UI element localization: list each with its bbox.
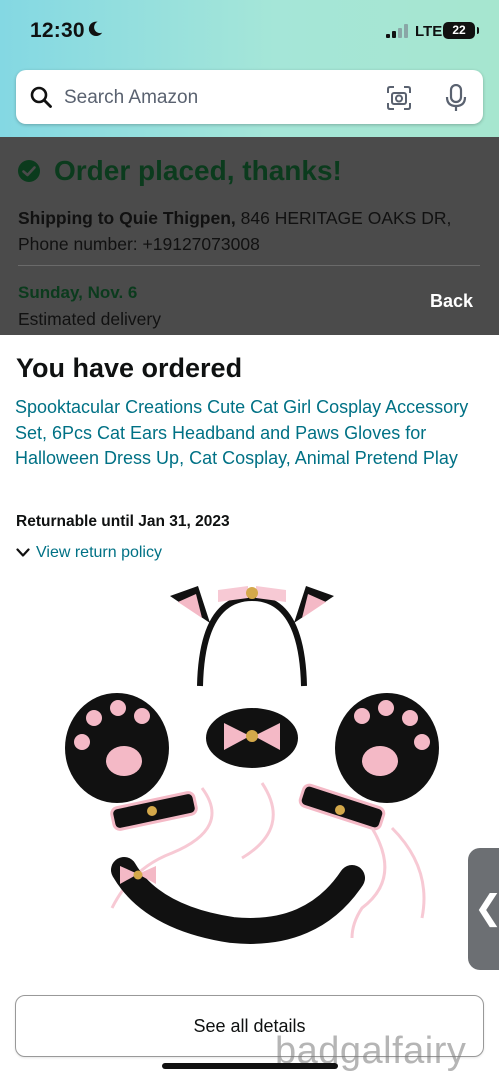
back-button[interactable]: Back [430,291,473,312]
moon-icon [88,21,103,37]
status-time: 12:30 [30,19,85,42]
ordered-item-sheet: You have ordered Spooktacular Creations … [0,335,499,1080]
search-icon[interactable] [30,86,52,108]
sheet-heading: You have ordered [16,353,243,383]
order-confirmation-title: Order placed, thanks! [54,155,342,186]
divider [18,265,480,266]
returnable-date: Returnable until Jan 31, 2023 [16,513,230,530]
product-title-link[interactable]: Spooktacular Creations Cute Cat Girl Cos… [15,395,485,472]
right-paw-glove [335,693,439,803]
side-panel-tab[interactable]: ❮ [468,848,499,970]
headband [170,586,334,687]
product-image[interactable] [52,578,452,973]
chevron-down-icon [16,548,30,557]
chevron-left-icon: ❮ [474,888,499,928]
status-bar: 12:30 LTE 22 [0,0,499,62]
bow-tie [206,708,298,768]
top-header: 12:30 LTE 22 Search Amazon [0,0,499,137]
search-input[interactable]: Search Amazon [64,87,198,109]
check-circle-icon [18,160,40,182]
delivery-date: Sunday, Nov. 6 [18,283,138,302]
phone-number: Phone number: +19127073008 [18,234,260,254]
shipping-info: Shipping to Quie Thigpen, 846 HERITAGE O… [18,205,488,257]
battery-icon: 22 [443,22,479,39]
shipping-recipient: Shipping to Quie Thigpen, [18,208,236,228]
camera-scan-icon[interactable] [386,85,412,111]
home-indicator[interactable] [162,1063,338,1069]
network-label: LTE [415,23,443,40]
shipping-address: 846 HERITAGE OAKS DR, [235,208,452,228]
order-confirmation-overlay: Order placed, thanks! Shipping to Quie T… [0,137,499,335]
cat-tail [111,857,365,944]
microphone-icon[interactable] [445,84,467,112]
left-paw-glove [65,693,169,803]
signal-icon [386,24,408,38]
delivery-label: Estimated delivery [18,309,161,329]
search-bar[interactable]: Search Amazon [16,70,483,124]
return-policy-link[interactable]: View return policy [36,544,162,562]
